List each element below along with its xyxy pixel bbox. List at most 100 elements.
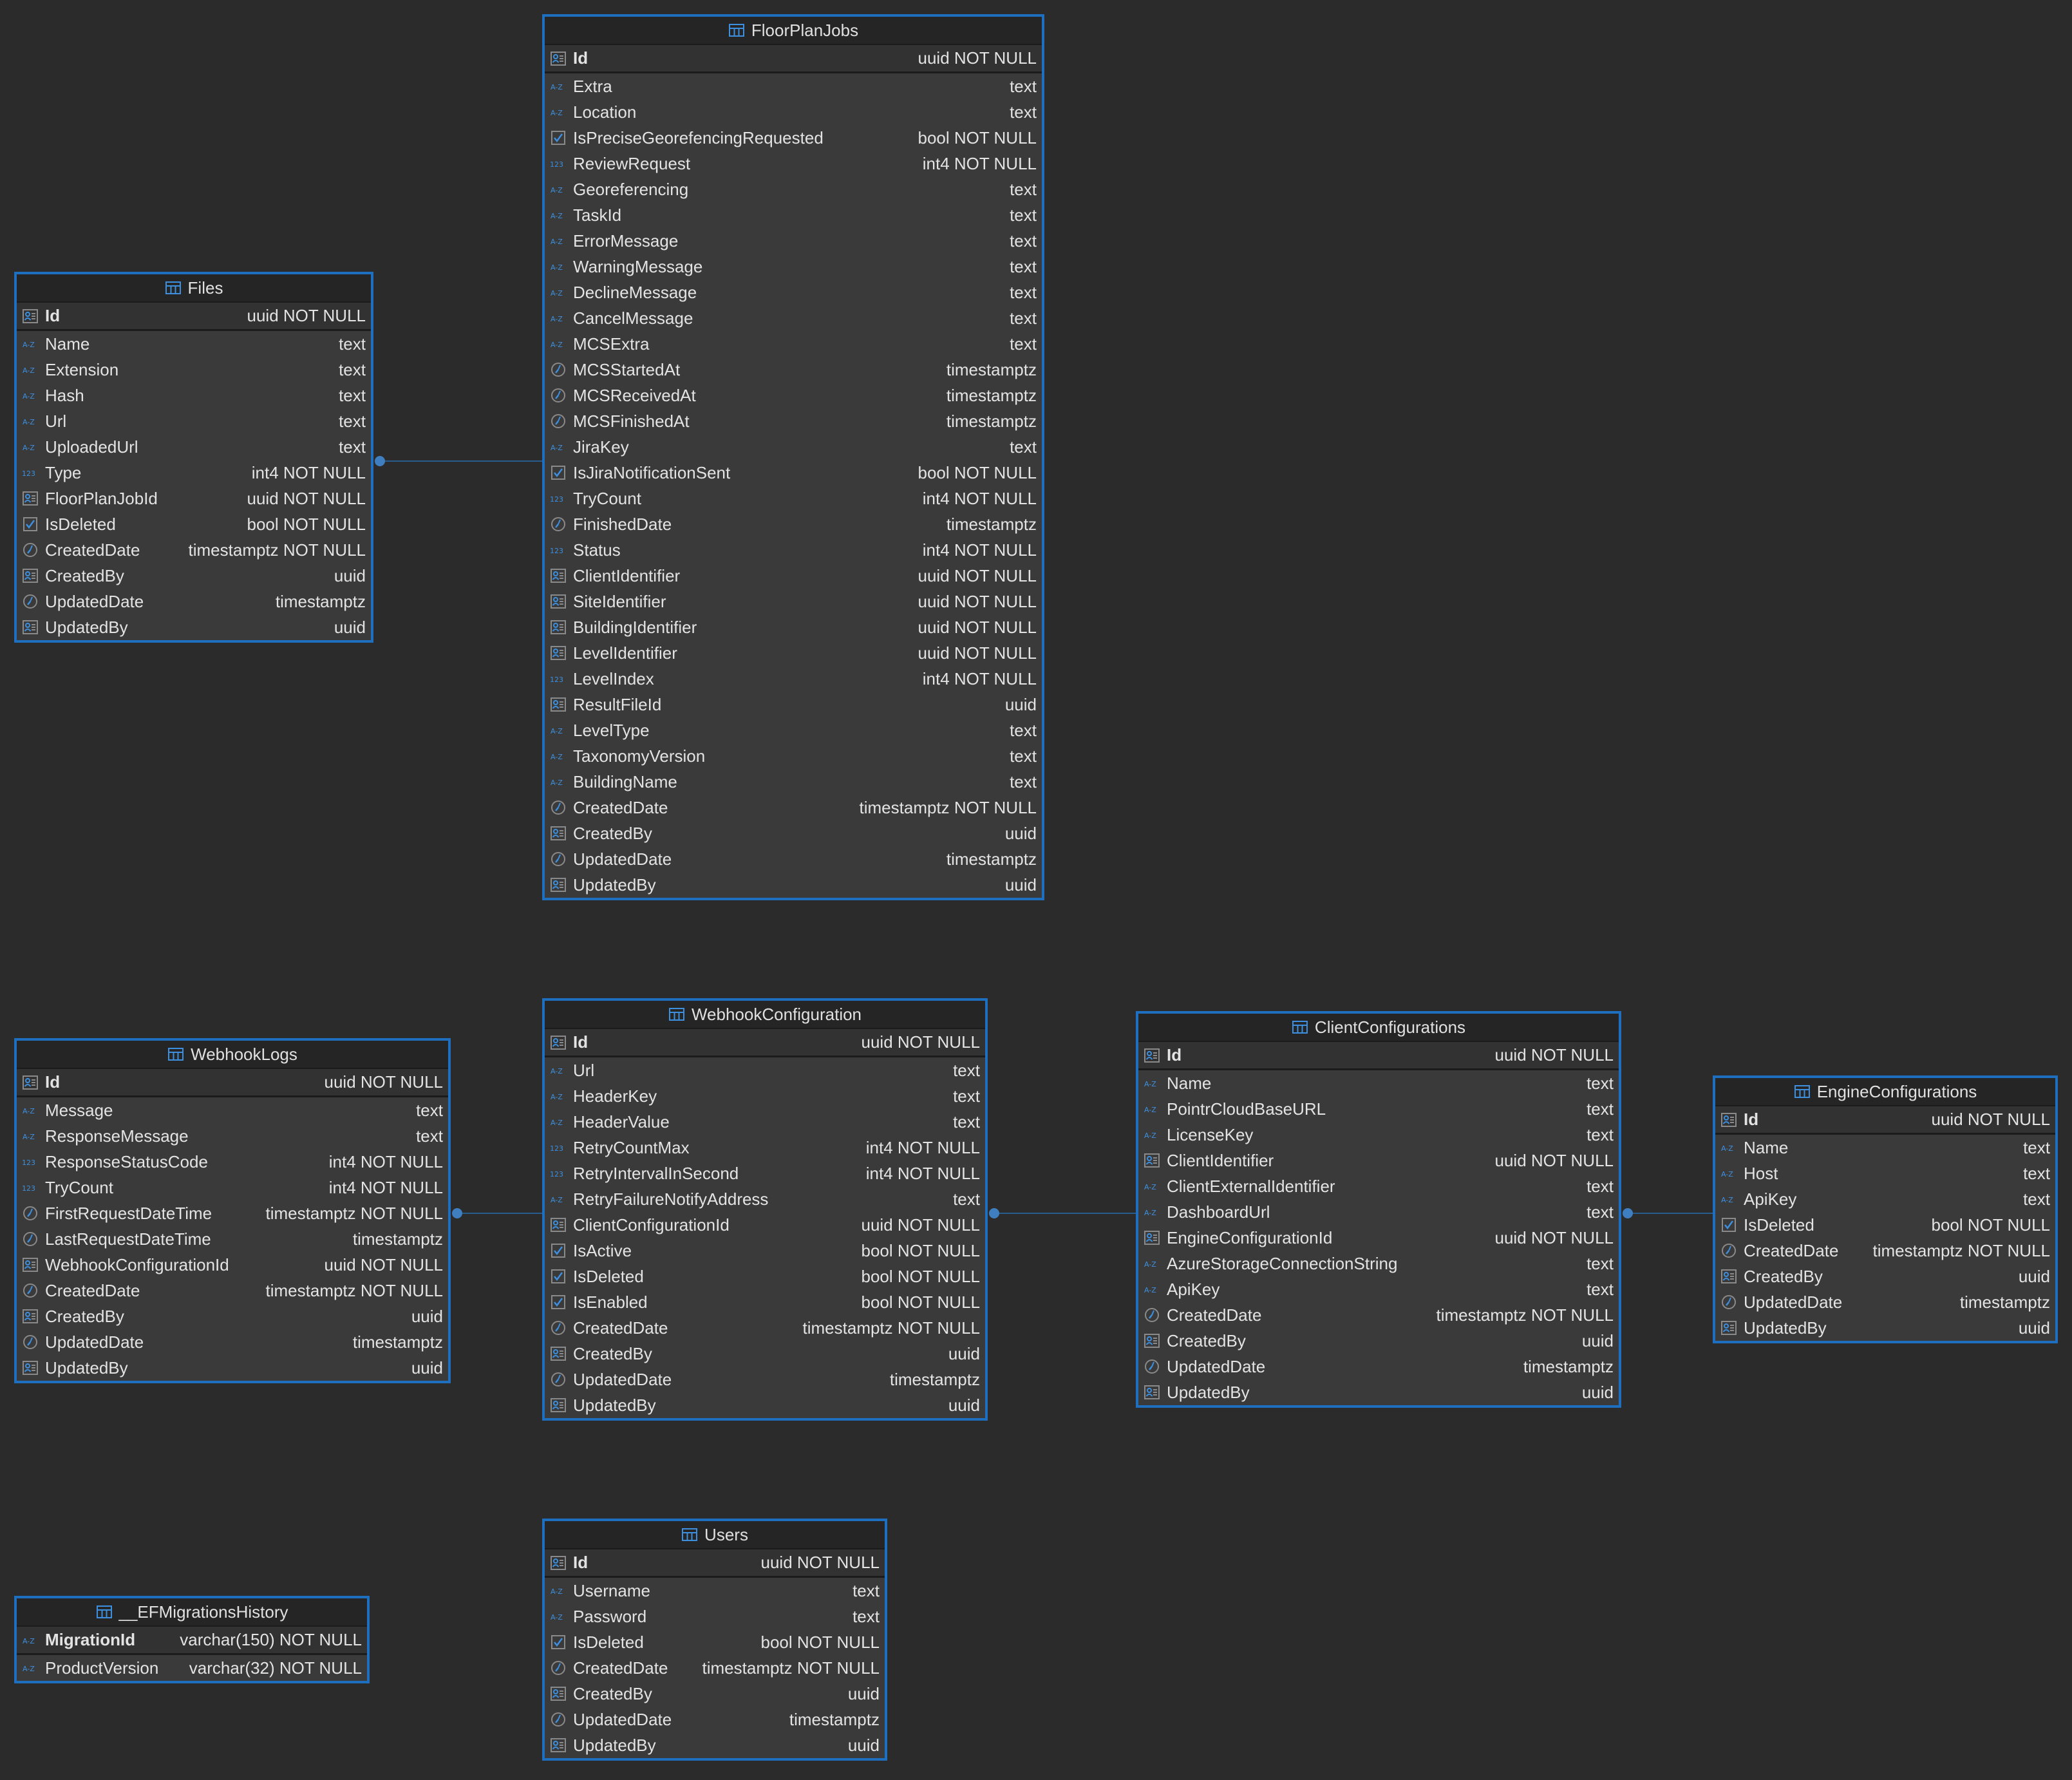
column-row[interactable]: MCSFinishedAt timestamptz — [545, 408, 1042, 434]
table-header[interactable]: __EFMigrationsHistory — [17, 1598, 367, 1627]
column-row[interactable]: ClientIdentifier uuid NOT NULL — [545, 563, 1042, 589]
column-row[interactable]: A-Z DeclineMessage text — [545, 279, 1042, 305]
column-row[interactable]: UpdatedBy uuid — [545, 1732, 885, 1758]
column-row[interactable]: SiteIdentifier uuid NOT NULL — [545, 589, 1042, 614]
relationship-endpoint[interactable] — [989, 1208, 999, 1218]
column-row[interactable]: A-Z LevelType text — [545, 717, 1042, 743]
table-header[interactable]: WebhookConfiguration — [545, 1001, 985, 1029]
column-row[interactable]: LastRequestDateTime timestamptz — [17, 1226, 448, 1252]
table-webhook-logs[interactable]: WebhookLogs Id uuid NOT NULL A-Z Message text… — [14, 1038, 451, 1383]
column-row[interactable]: 123 TryCount int4 NOT NULL — [17, 1175, 448, 1200]
column-row[interactable]: A-Z LicenseKey text — [1138, 1122, 1619, 1148]
column-row[interactable]: A-Z Url text — [17, 408, 371, 434]
column-row[interactable]: MCSReceivedAt timestamptz — [545, 383, 1042, 408]
table-engine-configurations[interactable]: EngineConfigurations Id uuid NOT NULL A-Z Na… — [1713, 1075, 2058, 1343]
table-client-configurations[interactable]: ClientConfigurations Id uuid NOT NULL A-Z Na… — [1136, 1011, 1621, 1408]
column-row[interactable]: 123 RetryCountMax int4 NOT NULL — [545, 1135, 985, 1160]
primary-key-row[interactable]: Id uuid NOT NULL — [17, 303, 371, 331]
column-row[interactable]: ClientIdentifier uuid NOT NULL — [1138, 1148, 1619, 1173]
column-row[interactable]: UpdatedBy uuid — [17, 614, 371, 640]
column-row[interactable]: CreatedDate timestamptz NOT NULL — [545, 1655, 885, 1681]
column-row[interactable]: A-Z ErrorMessage text — [545, 228, 1042, 254]
column-row[interactable]: CreatedBy uuid — [1138, 1328, 1619, 1354]
column-row[interactable]: A-Z ClientExternalIdentifier text — [1138, 1173, 1619, 1199]
table-efmigrations-history[interactable]: __EFMigrationsHistory A-Z MigrationId varch… — [14, 1596, 370, 1683]
column-row[interactable]: A-Z ApiKey text — [1715, 1186, 2055, 1212]
column-row[interactable]: 123 Type int4 NOT NULL — [17, 460, 371, 486]
column-row[interactable]: A-Z BuildingName text — [545, 769, 1042, 795]
table-floor-plan-jobs[interactable]: FloorPlanJobs Id uuid NOT NULL A-Z Extra text… — [542, 14, 1044, 900]
column-row[interactable]: A-Z Extension text — [17, 357, 371, 383]
column-row[interactable]: CreatedBy uuid — [17, 1303, 448, 1329]
column-row[interactable]: UpdatedBy uuid — [1138, 1379, 1619, 1405]
column-row[interactable]: UpdatedDate timestamptz — [545, 1707, 885, 1732]
table-files[interactable]: Files Id uuid NOT NULL A-Z Name text A-Z Extens… — [14, 272, 373, 643]
column-row[interactable]: A-Z Georeferencing text — [545, 176, 1042, 202]
column-row[interactable]: UpdatedDate timestamptz — [545, 1367, 985, 1392]
column-row[interactable]: CreatedBy uuid — [17, 563, 371, 589]
column-row[interactable]: IsDeleted bool NOT NULL — [17, 511, 371, 537]
table-header[interactable]: WebhookLogs — [17, 1041, 448, 1069]
column-row[interactable]: 123 ReviewRequest int4 NOT NULL — [545, 151, 1042, 176]
column-row[interactable]: A-Z AzureStorageConnectionString text — [1138, 1251, 1619, 1276]
column-row[interactable]: IsActive bool NOT NULL — [545, 1238, 985, 1264]
column-row[interactable]: 123 Status int4 NOT NULL — [545, 537, 1042, 563]
column-row[interactable]: A-Z Message text — [17, 1097, 448, 1123]
column-row[interactable]: UpdatedDate timestamptz — [1138, 1354, 1619, 1379]
column-row[interactable]: 123 LevelIndex int4 NOT NULL — [545, 666, 1042, 692]
column-row[interactable]: UpdatedBy uuid — [545, 872, 1042, 898]
column-row[interactable]: A-Z UploadedUrl text — [17, 434, 371, 460]
column-row[interactable]: IsJiraNotificationSent bool NOT NULL — [545, 460, 1042, 486]
column-row[interactable]: BuildingIdentifier uuid NOT NULL — [545, 614, 1042, 640]
column-row[interactable]: A-Z RetryFailureNotifyAddress text — [545, 1186, 985, 1212]
column-row[interactable]: A-Z Host text — [1715, 1160, 2055, 1186]
column-row[interactable]: A-Z TaxonomyVersion text — [545, 743, 1042, 769]
column-row[interactable]: CreatedDate timestamptz NOT NULL — [17, 537, 371, 563]
column-row[interactable]: CreatedDate timestamptz NOT NULL — [17, 1278, 448, 1303]
column-row[interactable]: UpdatedBy uuid — [1715, 1315, 2055, 1341]
column-row[interactable]: FinishedDate timestamptz — [545, 511, 1042, 537]
column-row[interactable]: IsDeleted bool NOT NULL — [545, 1264, 985, 1289]
column-row[interactable]: A-Z Extra text — [545, 73, 1042, 99]
column-row[interactable]: A-Z HeaderValue text — [545, 1109, 985, 1135]
column-row[interactable]: A-Z ProductVersion varchar(32) NOT NULL — [17, 1655, 367, 1681]
column-row[interactable]: 123 RetryIntervalInSecond int4 NOT NULL — [545, 1160, 985, 1186]
primary-key-row[interactable]: A-Z MigrationId varchar(150) NOT NULL — [17, 1627, 367, 1655]
column-row[interactable]: CreatedDate timestamptz NOT NULL — [545, 795, 1042, 820]
primary-key-row[interactable]: Id uuid NOT NULL — [545, 45, 1042, 73]
column-row[interactable]: A-Z WarningMessage text — [545, 254, 1042, 279]
column-row[interactable]: A-Z Location text — [545, 99, 1042, 125]
table-header[interactable]: Users — [545, 1521, 885, 1549]
column-row[interactable]: MCSStartedAt timestamptz — [545, 357, 1042, 383]
column-row[interactable]: A-Z ResponseMessage text — [17, 1123, 448, 1149]
column-row[interactable]: EngineConfigurationId uuid NOT NULL — [1138, 1225, 1619, 1251]
table-header[interactable]: Files — [17, 274, 371, 303]
column-row[interactable]: UpdatedDate timestamptz — [545, 846, 1042, 872]
primary-key-row[interactable]: Id uuid NOT NULL — [1138, 1042, 1619, 1070]
column-row[interactable]: A-Z Hash text — [17, 383, 371, 408]
table-header[interactable]: EngineConfigurations — [1715, 1078, 2055, 1106]
column-row[interactable]: CreatedBy uuid — [545, 1681, 885, 1707]
primary-key-row[interactable]: Id uuid NOT NULL — [545, 1549, 885, 1578]
column-row[interactable]: CreatedDate timestamptz NOT NULL — [1138, 1302, 1619, 1328]
primary-key-row[interactable]: Id uuid NOT NULL — [1715, 1106, 2055, 1135]
column-row[interactable]: IsEnabled bool NOT NULL — [545, 1289, 985, 1315]
column-row[interactable]: IsPreciseGeorefencingRequested bool NOT N… — [545, 125, 1042, 151]
column-row[interactable]: CreatedBy uuid — [1715, 1264, 2055, 1289]
table-header[interactable]: ClientConfigurations — [1138, 1014, 1619, 1042]
column-row[interactable]: FloorPlanJobId uuid NOT NULL — [17, 486, 371, 511]
column-row[interactable]: UpdatedDate timestamptz — [1715, 1289, 2055, 1315]
relationship-endpoint[interactable] — [1623, 1208, 1633, 1218]
primary-key-row[interactable]: Id uuid NOT NULL — [545, 1029, 985, 1057]
column-row[interactable]: UpdatedBy uuid — [545, 1392, 985, 1418]
relationship-endpoint[interactable] — [452, 1208, 462, 1218]
column-row[interactable]: A-Z TaskId text — [545, 202, 1042, 228]
column-row[interactable]: ClientConfigurationId uuid NOT NULL — [545, 1212, 985, 1238]
column-row[interactable]: A-Z DashboardUrl text — [1138, 1199, 1619, 1225]
column-row[interactable]: CreatedDate timestamptz NOT NULL — [1715, 1238, 2055, 1264]
column-row[interactable]: CreatedBy uuid — [545, 820, 1042, 846]
column-row[interactable]: UpdatedBy uuid — [17, 1355, 448, 1381]
column-row[interactable]: A-Z CancelMessage text — [545, 305, 1042, 331]
column-row[interactable]: A-Z Name text — [1715, 1135, 2055, 1160]
column-row[interactable]: A-Z JiraKey text — [545, 434, 1042, 460]
